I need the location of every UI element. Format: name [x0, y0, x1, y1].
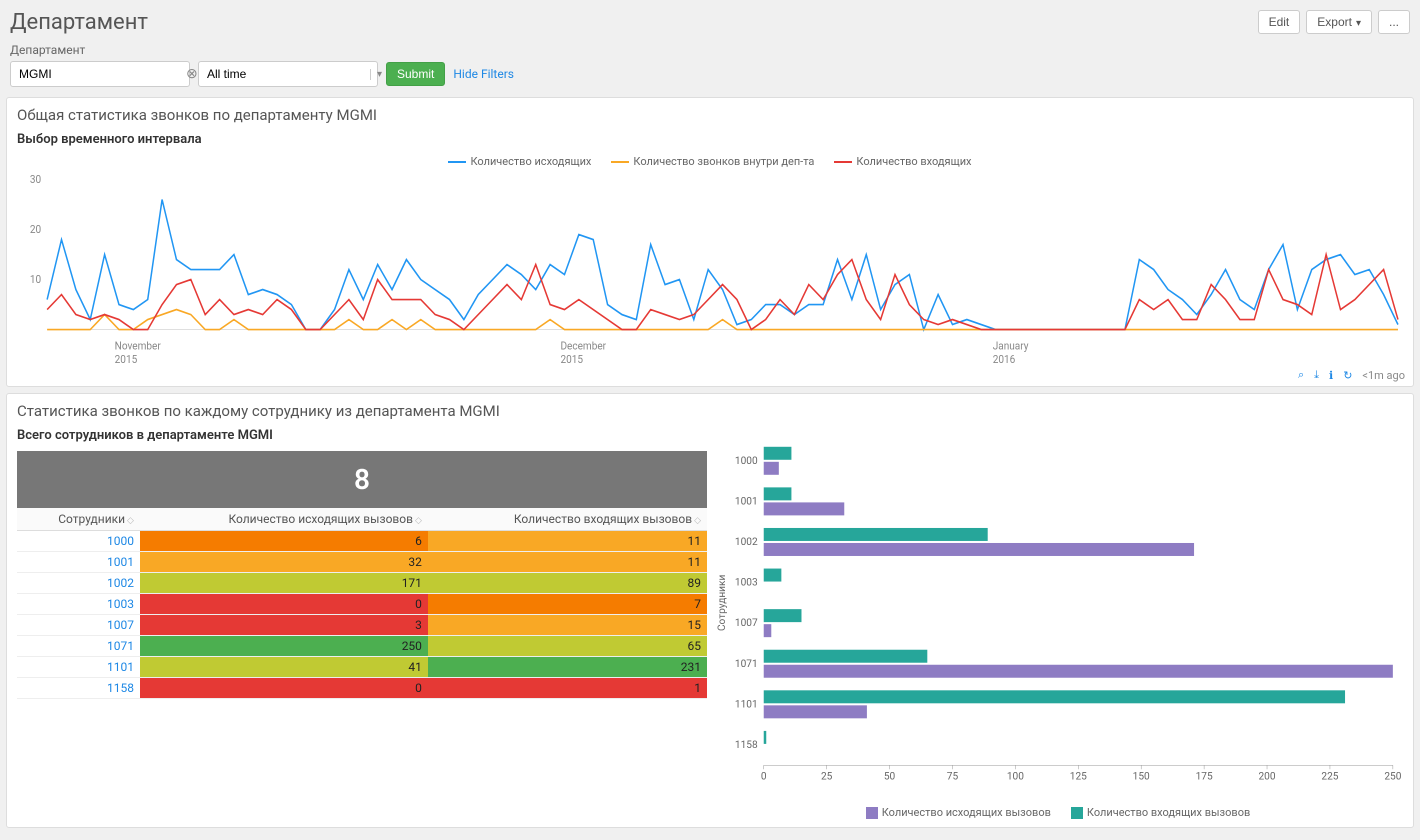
- line-legend: Количество исходящихКоличество звонков в…: [17, 155, 1403, 168]
- employee-link[interactable]: 1071: [17, 636, 140, 657]
- table-header[interactable]: Сотрудники◇: [17, 508, 140, 531]
- svg-text:150: 150: [1133, 771, 1150, 782]
- svg-text:125: 125: [1070, 771, 1087, 782]
- svg-text:100: 100: [1007, 771, 1024, 782]
- svg-text:200: 200: [1258, 771, 1275, 782]
- export-button[interactable]: Export: [1306, 10, 1372, 34]
- svg-text:250: 250: [1384, 771, 1401, 782]
- zoom-icon[interactable]: ⌕: [1298, 368, 1304, 382]
- panel-line-chart: Общая статистика звонков по департаменту…: [6, 97, 1414, 387]
- employee-count: 8: [17, 451, 707, 508]
- employee-link[interactable]: 1003: [17, 594, 140, 615]
- table-row: 1071 250 65: [17, 636, 707, 657]
- svg-text:1003: 1003: [735, 578, 758, 589]
- svg-text:November: November: [115, 339, 161, 353]
- table-row: 1158 0 1: [17, 678, 707, 699]
- info-icon[interactable]: ℹ: [1329, 369, 1333, 382]
- table-row: 1000 6 11: [17, 531, 707, 552]
- svg-text:25: 25: [821, 771, 833, 782]
- svg-text:1002: 1002: [735, 537, 758, 548]
- table-row: 1007 3 15: [17, 615, 707, 636]
- table-row: 1001 32 11: [17, 552, 707, 573]
- page-title: Департамент: [10, 10, 148, 35]
- department-input[interactable]: [11, 64, 182, 84]
- table-row: 1101 41 231: [17, 657, 707, 678]
- bar-legend: Количество исходящих вызововКоличество в…: [713, 806, 1403, 819]
- svg-text:January: January: [993, 339, 1029, 353]
- chevron-down-icon[interactable]: ▾: [370, 69, 388, 80]
- line-chart[interactable]: 102030November2015December2015January201…: [17, 174, 1403, 374]
- svg-text:30: 30: [30, 174, 41, 186]
- more-button[interactable]: ...: [1378, 10, 1410, 34]
- svg-text:1001: 1001: [735, 496, 758, 507]
- employee-table: Сотрудники◇Количество исходящих вызовов◇…: [17, 508, 707, 699]
- table-header[interactable]: Количество входящих вызовов◇: [428, 508, 707, 531]
- svg-text:1000: 1000: [735, 456, 758, 467]
- header-actions: Edit Export ...: [1258, 10, 1410, 34]
- table-header[interactable]: Количество исходящих вызовов◇: [140, 508, 428, 531]
- table-row: 1002 171 89: [17, 573, 707, 594]
- filter-label: Департамент: [10, 43, 1410, 57]
- panel-employee-stats: Статистика звонков по каждому сотруднику…: [6, 393, 1414, 828]
- hide-filters-link[interactable]: Hide Filters: [453, 67, 514, 81]
- time-select[interactable]: ▾: [198, 61, 378, 87]
- svg-text:0: 0: [761, 771, 767, 782]
- panel2-title: Статистика звонков по каждому сотруднику…: [17, 402, 1403, 420]
- department-select[interactable]: ⊗ ▾: [10, 61, 190, 87]
- svg-text:175: 175: [1196, 771, 1213, 782]
- svg-text:Сотрудники: Сотрудники: [717, 575, 728, 632]
- panel1-title: Общая статистика звонков по департаменту…: [17, 106, 1403, 124]
- employee-link[interactable]: 1007: [17, 615, 140, 636]
- age-label: <1m ago: [1362, 369, 1405, 382]
- svg-text:1101: 1101: [735, 699, 758, 710]
- panel1-subtitle: Выбор временного интервала: [17, 132, 1403, 147]
- employee-link[interactable]: 1002: [17, 573, 140, 594]
- download-icon[interactable]: ⤓: [1314, 368, 1319, 382]
- svg-text:1071: 1071: [735, 659, 758, 670]
- svg-text:20: 20: [30, 222, 41, 236]
- svg-text:10: 10: [30, 272, 41, 286]
- table-row: 1003 0 7: [17, 594, 707, 615]
- svg-text:1158: 1158: [735, 740, 758, 751]
- employee-link[interactable]: 1000: [17, 531, 140, 552]
- svg-text:2015: 2015: [560, 352, 583, 366]
- panel2-subtitle: Всего сотрудников в департаменте MGMI: [17, 428, 707, 443]
- filter-row: Департамент ⊗ ▾ ▾ Submit Hide Filters: [6, 43, 1414, 97]
- svg-text:2016: 2016: [993, 352, 1016, 366]
- submit-button[interactable]: Submit: [386, 62, 445, 86]
- svg-text:December: December: [560, 339, 606, 353]
- svg-text:75: 75: [947, 771, 959, 782]
- svg-text:1007: 1007: [735, 618, 758, 629]
- employee-link[interactable]: 1001: [17, 552, 140, 573]
- bar-chart[interactable]: Сотрудники 0 25 50 75 100 125 150 175 200 225 250 10…: [713, 428, 1403, 798]
- panel-toolbar: ⌕ ⤓ ℹ ↻ <1m ago: [1298, 368, 1405, 382]
- svg-text:50: 50: [884, 771, 896, 782]
- time-input[interactable]: [199, 64, 370, 84]
- svg-text:2015: 2015: [115, 352, 138, 366]
- svg-text:225: 225: [1321, 771, 1338, 782]
- employee-link[interactable]: 1158: [17, 678, 140, 699]
- refresh-icon[interactable]: ↻: [1343, 369, 1352, 382]
- edit-button[interactable]: Edit: [1258, 10, 1301, 34]
- employee-link[interactable]: 1101: [17, 657, 140, 678]
